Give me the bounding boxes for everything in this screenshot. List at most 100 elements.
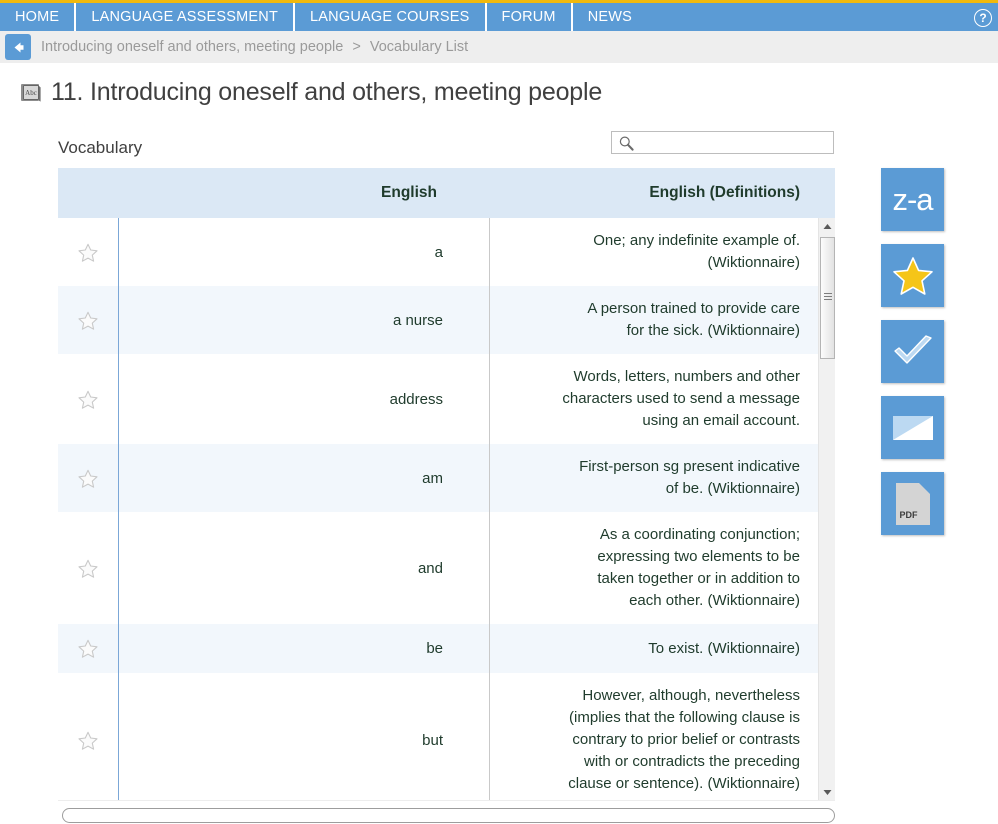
row-accent-divider — [118, 218, 178, 286]
favorites-button[interactable] — [881, 244, 944, 307]
definition-line: However, although, nevertheless — [582, 687, 800, 704]
sort-z-a-button[interactable]: z-a — [881, 168, 944, 231]
cell-definition: A person trained to provide care for the … — [489, 286, 818, 354]
breadcrumb-parent[interactable]: Introducing oneself and others, meeting … — [41, 39, 343, 55]
definition-line: A person trained to provide care — [587, 300, 800, 317]
nav-item-label: LANGUAGE COURSES — [310, 9, 470, 25]
table-row[interactable]: address Words, letters, numbers and other… — [58, 354, 818, 444]
cell-english: a — [434, 243, 443, 261]
back-button[interactable] — [5, 34, 31, 60]
scroll-thumb[interactable] — [820, 237, 835, 359]
favorite-star-cell[interactable] — [58, 286, 118, 354]
favorite-star-cell[interactable] — [58, 512, 118, 624]
nav-item-news[interactable]: NEWS — [573, 3, 647, 31]
tool-button-column: z-a PDF — [881, 168, 944, 535]
star-outline-icon — [78, 311, 98, 330]
definition-line: To exist. (Wiktionnaire) — [648, 639, 800, 657]
definition-line: One; any indefinite example of. — [593, 232, 800, 249]
definition-line: contrary to prior belief or contrasts — [572, 731, 800, 748]
table-header-row: English English (Definitions) — [58, 168, 835, 218]
cell-definition: To exist. (Wiktionnaire) — [489, 624, 818, 673]
definition-line: clause or sentence). (Wiktionnaire) — [568, 775, 800, 792]
checked-button[interactable] — [881, 320, 944, 383]
favorite-star-cell[interactable] — [58, 624, 118, 673]
favorite-star-cell[interactable] — [58, 444, 118, 512]
definition-line: Words, letters, numbers and other — [573, 368, 801, 385]
table-row[interactable]: but However, although, nevertheless (impli… — [58, 673, 818, 800]
breadcrumb-separator: > — [352, 39, 361, 55]
nav-item-label: FORUM — [501, 9, 556, 25]
cell-english: address — [389, 390, 443, 408]
table-row[interactable]: a nurse A person trained to provide care f… — [58, 286, 818, 354]
dictionary-book-icon: Abc — [20, 82, 42, 104]
scroll-down-arrow[interactable] — [819, 784, 835, 800]
nav-item-language-assessment[interactable]: LANGUAGE ASSESSMENT — [76, 3, 296, 31]
definition-line: First-person sg present indicative — [579, 458, 800, 475]
column-header-english[interactable]: English — [178, 184, 489, 202]
cell-definition: As a coordinating conjunction; expressing… — [489, 512, 818, 624]
search-input[interactable] — [612, 132, 833, 153]
definition-line: As a coordinating conjunction; — [599, 526, 800, 543]
row-accent-divider — [118, 444, 178, 512]
help-icon[interactable]: ? — [974, 9, 992, 27]
cell-english: a nurse — [392, 311, 443, 329]
cell-english: be — [426, 640, 443, 657]
cell-english: am — [422, 469, 443, 487]
nav-item-language-courses[interactable]: LANGUAGE COURSES — [295, 3, 487, 31]
cell-english: but — [422, 731, 443, 749]
help-glyph: ? — [979, 11, 987, 25]
breadcrumb: Introducing oneself and others, meeting … — [0, 31, 998, 63]
definition-line: expressing two elements to be — [597, 548, 800, 565]
table-row[interactable]: be To exist. (Wiktionnaire) — [58, 624, 818, 673]
star-outline-icon — [78, 731, 98, 750]
cell-definition: First-person sg present indicative of be.… — [489, 444, 818, 512]
triangle-down-icon — [823, 790, 832, 795]
checkmark-icon — [893, 334, 932, 364]
horizontal-scrollbar[interactable] — [62, 808, 835, 823]
nav-item-label: HOME — [15, 9, 60, 25]
table-row[interactable]: am First-person sg present indicative of b… — [58, 444, 818, 512]
star-outline-icon — [78, 559, 98, 578]
definition-line: characters used to send a message — [562, 390, 800, 407]
cell-english: and — [417, 559, 443, 577]
gold-star-icon — [892, 256, 933, 295]
favorite-star-cell[interactable] — [58, 354, 118, 444]
row-accent-divider — [118, 624, 178, 673]
nav-item-label: LANGUAGE ASSESSMENT — [91, 9, 279, 25]
definition-line: with or contradicts the preceding — [584, 753, 800, 770]
definition-line: taken together or in addition to — [597, 570, 800, 587]
table-vertical-scrollbar[interactable] — [818, 218, 835, 800]
nav-item-home[interactable]: HOME — [0, 3, 77, 31]
favorite-star-cell[interactable] — [58, 218, 118, 286]
nav-item-forum[interactable]: FORUM — [487, 3, 573, 31]
row-accent-divider — [118, 673, 178, 800]
scroll-thumb-grip — [824, 293, 832, 300]
definition-line: using an email account. — [642, 412, 800, 429]
search-box[interactable] — [611, 131, 834, 154]
star-outline-icon — [78, 639, 98, 658]
pdf-export-button[interactable]: PDF — [881, 472, 944, 535]
definition-line: (implies that the following clause is — [569, 709, 800, 726]
favorite-star-cell[interactable] — [58, 673, 118, 800]
page-title: 11. Introducing oneself and others, meet… — [51, 78, 603, 106]
sort-z-a-icon: z-a — [892, 182, 933, 217]
row-accent-divider — [118, 286, 178, 354]
row-accent-divider — [118, 512, 178, 624]
cell-definition: However, although, nevertheless (implies … — [489, 673, 818, 800]
star-outline-icon — [78, 469, 98, 488]
scroll-up-arrow[interactable] — [819, 218, 835, 235]
cell-definition: Words, letters, numbers and other charact… — [489, 354, 818, 444]
table-row[interactable]: a One; any indefinite example of. (Wiktion… — [58, 218, 818, 286]
triangle-up-icon — [823, 224, 832, 229]
definition-line: (Wiktionnaire) — [707, 254, 800, 271]
column-header-definitions[interactable]: English (Definitions) — [489, 184, 817, 202]
svg-text:Abc: Abc — [25, 89, 37, 97]
vocabulary-table: English English (Definitions) a One; any … — [58, 168, 835, 808]
breadcrumb-current: Vocabulary List — [369, 39, 469, 55]
nav-item-label: NEWS — [587, 9, 633, 25]
flashcards-button[interactable] — [881, 396, 944, 459]
page-title-row: Abc 11. Introducing oneself and others, … — [20, 78, 602, 107]
pdf-label: PDF — [899, 509, 918, 520]
section-label-vocabulary: Vocabulary — [58, 138, 143, 157]
table-row[interactable]: and As a coordinating conjunction; express… — [58, 512, 818, 624]
